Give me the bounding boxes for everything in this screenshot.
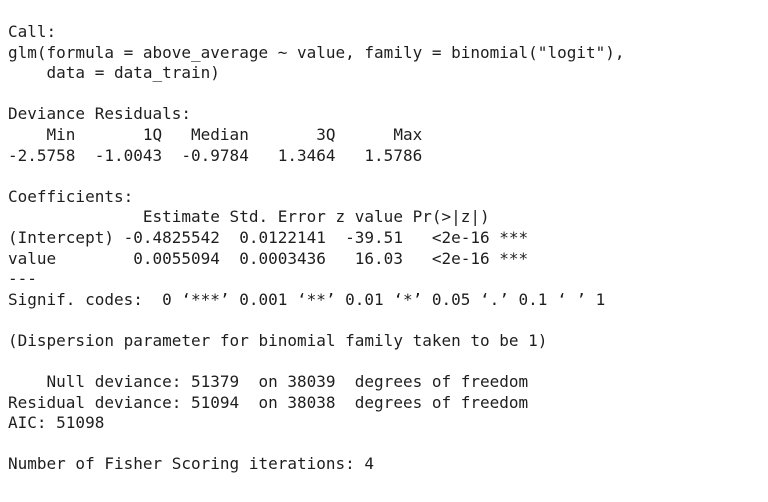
residuals-values-row: -2.5758 -1.0043 -0.9784 1.3464 1.5786 <box>8 145 442 165</box>
coefficients-header-row: Estimate Std. Error z value Pr(>|z|) <box>8 207 529 227</box>
null-deviance-line: Null deviance: 51379 on 38039 degrees of… <box>8 372 529 392</box>
coefficients-heading: Coefficients: <box>8 186 134 206</box>
aic-line: AIC: 51098 <box>8 413 105 433</box>
signif-codes-line: Signif. codes: 0 ‘***’ 0.001 ‘**’ 0.01 ‘… <box>8 289 606 309</box>
call-formula-line: glm(formula = above_average ~ value, fam… <box>8 42 625 62</box>
residual-deviance-line: Residual deviance: 51094 on 38038 degree… <box>8 392 529 412</box>
call-data-line: data = data_train) <box>8 63 220 83</box>
coefficients-row-intercept: (Intercept) -0.4825542 0.0122141 -39.51 … <box>8 227 529 247</box>
dispersion-note: (Dispersion parameter for binomial famil… <box>8 330 548 350</box>
fisher-iterations-line: Number of Fisher Scoring iterations: 4 <box>8 454 375 474</box>
deviance-residuals-heading: Deviance Residuals: <box>8 104 192 124</box>
r-console-output: Call: glm(formula = above_average ~ value… <box>8 22 625 475</box>
call-label: Call: <box>8 22 57 41</box>
residuals-header-row: Min 1Q Median 3Q Max <box>8 124 442 144</box>
coefficients-row-value: value 0.0055094 0.0003436 16.03 <2e-16 *… <box>8 248 529 268</box>
separator-line: --- <box>8 269 37 289</box>
